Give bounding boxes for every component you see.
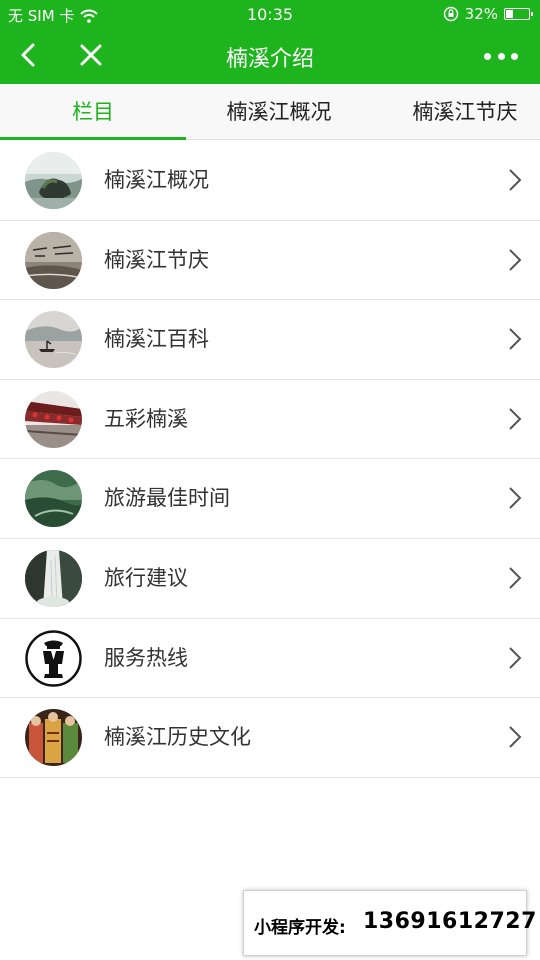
- list-item-label: 楠溪江历史文化: [104, 725, 251, 750]
- thumbnail-waterfall: [25, 549, 82, 607]
- thumbnail-opera-costume: [25, 709, 82, 767]
- chevron-right-icon: [509, 248, 522, 271]
- nav-bar: 楠溪介绍: [0, 28, 540, 84]
- developer-phone[interactable]: 13691612727: [363, 909, 537, 934]
- thumbnail-misty-river: [25, 311, 82, 369]
- list-item-overview[interactable]: 楠溪江概况: [0, 141, 540, 221]
- tab-bar: 栏目 楠溪江概况 楠溪江节庆: [0, 84, 540, 140]
- status-bar: 无 SIM 卡 10:35 32%: [0, 0, 540, 28]
- tab-festival[interactable]: 楠溪江节庆: [372, 84, 540, 140]
- more-icon-dot: [497, 52, 505, 60]
- thumbnail-calligraphy: [25, 231, 82, 289]
- chevron-right-icon: [509, 328, 522, 350]
- thumbnail-red-lanterns: [25, 390, 82, 448]
- chevron-right-icon: [509, 408, 522, 430]
- list-item-best-time[interactable]: 旅游最佳时间: [0, 459, 540, 539]
- tab-columns[interactable]: 栏目: [0, 84, 186, 140]
- tab-indicator: [0, 137, 186, 140]
- list-item-colorful[interactable]: 五彩楠溪: [0, 379, 540, 460]
- developer-label: 小程序开发:: [254, 918, 346, 938]
- list-item-label: 服务热线: [104, 645, 188, 670]
- status-right: 32%: [443, 5, 533, 23]
- thumbnail-attendant-icon: [25, 629, 82, 687]
- chevron-right-icon: [509, 169, 522, 191]
- list-item-label: 楠溪江概况: [104, 168, 209, 192]
- thumbnail-green-valley: [25, 470, 82, 528]
- list-item-label: 五彩楠溪: [104, 406, 188, 431]
- list-item-label: 楠溪江百科: [104, 327, 209, 352]
- battery-fill: [506, 10, 513, 18]
- page-title: 楠溪介绍: [225, 47, 314, 72]
- more-button[interactable]: [484, 44, 518, 68]
- thumbnail-landscape-rock: [25, 152, 82, 209]
- chevron-right-icon: [509, 567, 522, 589]
- category-list: 楠溪江概况 楠溪江节庆 楠溪江百科 五彩楠溪 旅游最佳时间 旅行建议 服务热线 …: [0, 141, 540, 778]
- orientation-lock-icon: [443, 6, 458, 22]
- chevron-right-icon: [509, 487, 522, 510]
- list-item-label: 楠溪江节庆: [104, 247, 209, 272]
- list-item-festival[interactable]: 楠溪江节庆: [0, 220, 540, 301]
- developer-contact-banner: 小程序开发: 13691612727: [243, 890, 536, 956]
- list-item-encyclopedia[interactable]: 楠溪江百科: [0, 300, 540, 380]
- list-item-hotline[interactable]: 服务热线: [0, 618, 540, 699]
- more-icon-dot: [484, 52, 491, 60]
- more-icon-dot: [511, 52, 518, 60]
- list-item-history-culture[interactable]: 楠溪江历史文化: [0, 698, 540, 778]
- battery-percent: 32%: [464, 5, 498, 23]
- battery-icon: [504, 8, 533, 20]
- list-item-label: 旅游最佳时间: [104, 486, 230, 511]
- chevron-right-icon: [509, 646, 522, 669]
- list-item-travel-tips[interactable]: 旅行建议: [0, 538, 540, 619]
- chevron-right-icon: [509, 726, 522, 748]
- list-item-label: 旅行建议: [104, 565, 188, 590]
- tab-overview[interactable]: 楠溪江概况: [186, 84, 372, 140]
